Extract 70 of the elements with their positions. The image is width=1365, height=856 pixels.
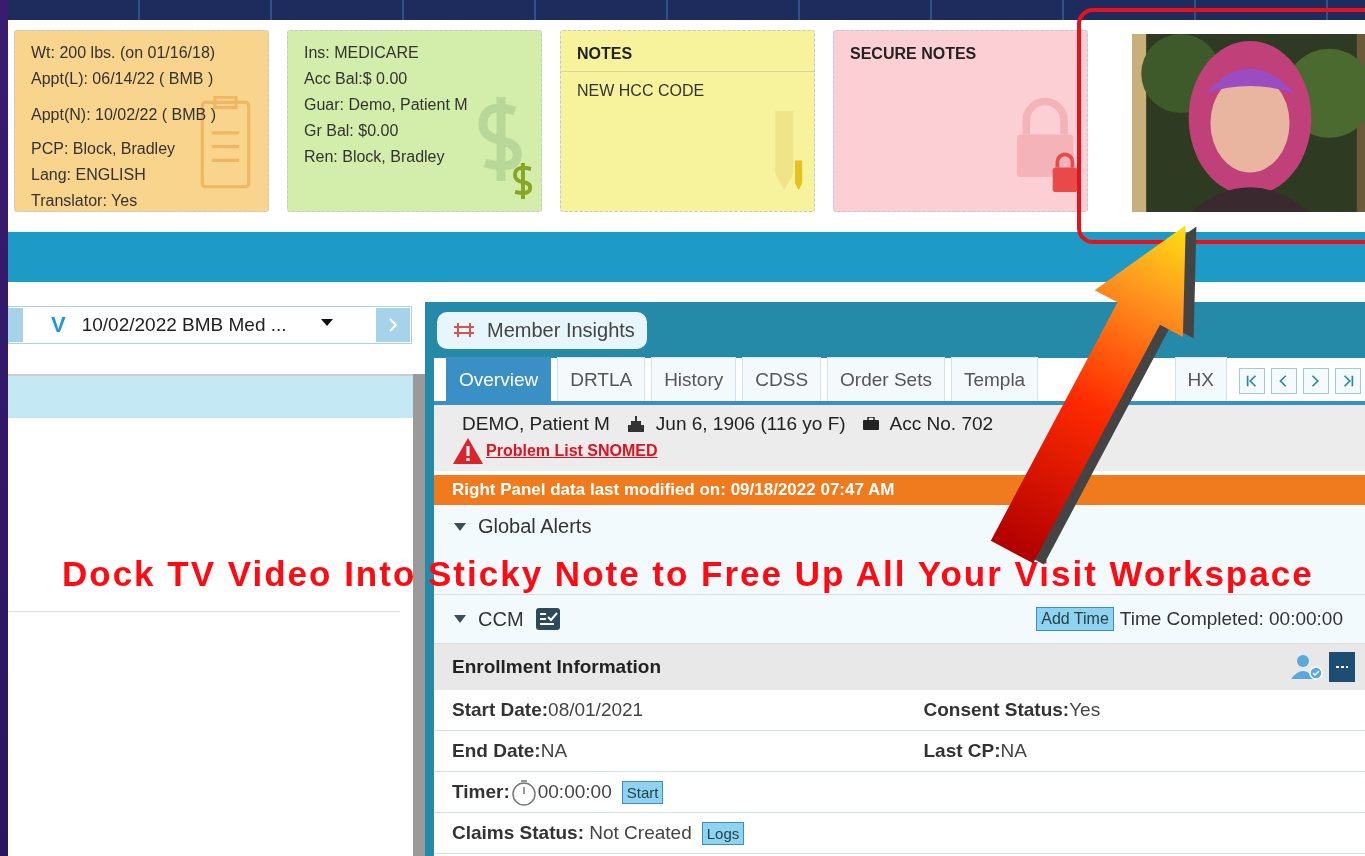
field-label: Start Date: bbox=[452, 699, 549, 721]
stopwatch-icon bbox=[509, 778, 538, 806]
section-heading: Enrollment Information bbox=[452, 656, 661, 678]
note-line: Wt: 200 lbs. (on 01/16/18) bbox=[31, 43, 217, 63]
checklist-icon bbox=[535, 608, 560, 630]
note-line: Guar: Demo, Patient M bbox=[304, 95, 469, 115]
add-time-button[interactable]: Add Time bbox=[1036, 607, 1114, 631]
more-button[interactable] bbox=[1329, 652, 1355, 682]
member-insights-button[interactable]: Member Insights bbox=[437, 311, 647, 349]
note-line: Ins: MEDICARE bbox=[304, 43, 420, 63]
note-line: Ren: Block, Bradley bbox=[304, 147, 446, 167]
sticky-note[interactable]: Ins: MEDICARE Acc Bal:$ 0.00 Guar: Demo, Patient M Gr Bal: $0.00 Ren: Block, Bradley bbox=[287, 30, 542, 212]
tab[interactable]: Overview bbox=[446, 357, 552, 401]
patient-name: DEMO, Patient M bbox=[462, 413, 610, 435]
expand-toggle-icon[interactable] bbox=[454, 615, 466, 623]
cake-icon bbox=[625, 415, 646, 433]
note-line: Appt(L): 06/14/22 ( BMB ) bbox=[31, 69, 215, 89]
grid-icon bbox=[453, 322, 475, 338]
tab[interactable]: CDSS bbox=[742, 357, 822, 401]
field-label: Last CP: bbox=[923, 740, 1001, 762]
note-line: Translator: Yes bbox=[31, 191, 139, 211]
tab[interactable]: Order Sets bbox=[827, 357, 945, 401]
tab[interactable]: DRTLA bbox=[557, 357, 646, 401]
note-line: NEW HCC CODE bbox=[577, 81, 706, 101]
time-completed: Time Completed: 00:00:00 bbox=[1119, 608, 1343, 630]
account-number: Acc No. 702 bbox=[889, 413, 994, 435]
field-label: Timer: bbox=[452, 781, 510, 803]
section-title[interactable]: Global Alerts bbox=[478, 515, 592, 538]
pager-button[interactable] bbox=[1239, 367, 1265, 394]
note-title: NOTES bbox=[561, 31, 814, 72]
visit-type-letter: V bbox=[51, 312, 66, 338]
modified-banner: Right Panel data last modified on: 09/18/2022 07:47 AM bbox=[434, 475, 1365, 505]
sticky-note[interactable]: SECURE NOTES bbox=[833, 30, 1088, 212]
section-title[interactable]: CCM bbox=[478, 607, 524, 631]
action-button[interactable]: Logs bbox=[701, 821, 745, 845]
sticky-note[interactable]: NOTES NEW HCC CODE bbox=[560, 30, 815, 212]
field-value: Not Created bbox=[589, 822, 692, 844]
chevron-icon bbox=[388, 317, 398, 333]
sticky-note[interactable]: Wt: 200 lbs. (on 01/16/18) Appt(L): 06/14/22 ( BMB ) Appt(N): 10/02/22 ( BMB ) PCP: Block, Bradley Lang: ENGLISH Translator: Yes bbox=[14, 30, 269, 212]
field-value: NA bbox=[540, 740, 568, 762]
field-value: NA bbox=[1000, 740, 1027, 762]
tab[interactable]: HX bbox=[1174, 357, 1227, 401]
note-line: Appt(N): 10/02/22 ( BMB ) bbox=[31, 105, 217, 125]
briefcase-icon bbox=[861, 417, 880, 431]
tab[interactable]: Templa bbox=[950, 357, 1039, 401]
problem-list-link[interactable]: Problem List SNOMED bbox=[486, 442, 658, 460]
pager-button[interactable] bbox=[1303, 367, 1329, 394]
pager-button[interactable] bbox=[1335, 367, 1361, 394]
tab[interactable]: History bbox=[651, 357, 737, 401]
field-label: Consent Status: bbox=[923, 699, 1070, 721]
expand-toggle-icon[interactable] bbox=[454, 523, 466, 531]
warning-icon bbox=[452, 437, 484, 465]
note-line: PCP: Block, Bradley bbox=[31, 139, 177, 159]
field-value: Yes bbox=[1069, 699, 1101, 721]
patient-dob: Jun 6, 1906 (116 yo F) bbox=[655, 413, 846, 435]
field-label: End Date: bbox=[452, 740, 541, 762]
note-line: Lang: ENGLISH bbox=[31, 165, 147, 185]
note-line: Acc Bal:$ 0.00 bbox=[304, 69, 409, 89]
action-button[interactable]: Start bbox=[621, 780, 664, 804]
note-title: SECURE NOTES bbox=[849, 44, 978, 64]
field-label: Claims Status: bbox=[452, 822, 585, 844]
scrollbar[interactable] bbox=[413, 374, 425, 856]
visit-value: 10/02/2022 BMB Med ... bbox=[81, 314, 287, 336]
caret-icon bbox=[320, 319, 333, 326]
field-value: 00:00:00 bbox=[537, 781, 612, 803]
pager-button[interactable] bbox=[1271, 367, 1297, 394]
user-check-icon[interactable] bbox=[1291, 654, 1325, 680]
dots-icon bbox=[1335, 665, 1349, 669]
note-line: Gr Bal: $0.00 bbox=[304, 121, 400, 141]
field-value: 08/01/2021 bbox=[548, 699, 644, 721]
